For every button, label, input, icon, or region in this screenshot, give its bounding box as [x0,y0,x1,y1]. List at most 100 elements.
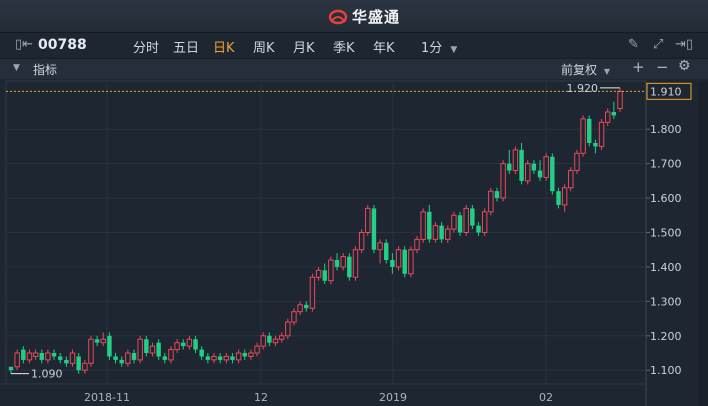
candle [481,208,488,236]
candle [285,318,291,340]
candle-body [125,352,131,364]
candle-body [26,352,33,361]
candle-body [358,232,365,251]
candle-body [211,355,217,361]
gear-icon[interactable]: ⚙ [678,58,691,74]
candle-body [230,356,235,360]
app-logo: 华盛通 [328,6,400,27]
plus-icon[interactable]: + [632,58,645,76]
candle [512,146,519,174]
candle-body [377,242,383,251]
candle-body [223,355,230,361]
candle-body [32,352,39,357]
y-tick-label: 1.700 [650,158,682,171]
candle-body [174,342,180,351]
candle-body [260,335,266,347]
tab-period-quarterly[interactable]: 季K [333,37,355,56]
candle [463,204,469,236]
candle [352,246,359,281]
tab-period-weekly[interactable]: 周K [253,37,275,56]
x-tick-label: 02 [539,391,553,404]
candle [408,246,414,278]
indicator-label[interactable]: 指标 [33,61,57,78]
candle [358,229,365,254]
x-tick-label: 2018-11 [84,391,130,404]
candle-body [347,256,352,278]
candle-body [543,156,549,178]
candle-body [168,349,174,361]
y-tick-label: 1.500 [650,227,682,240]
candle-body [556,191,561,205]
exit-icon[interactable]: ⇥▯ [675,37,693,52]
candle-body [235,352,242,361]
y-tick-label: 1.200 [650,330,682,343]
candle-body [248,352,254,357]
candle [384,239,389,264]
candle [432,222,439,243]
adjust-chevron-down-icon: ▼ [603,67,610,76]
candle-body [617,90,623,110]
title-bar: 华盛通 [0,0,708,33]
candle [587,115,592,147]
tab-period-monthly[interactable]: 月K [293,37,315,56]
candle-body [39,353,44,360]
candle-body [322,270,327,281]
tab-period-5day[interactable]: 五日 [173,37,199,56]
candle-body [107,335,112,357]
collapse-icon[interactable]: ▼ [13,63,20,73]
candle-body [278,335,285,340]
tab-period-yearly[interactable]: 年K [373,37,395,56]
candle-body [334,260,340,267]
candle-body [365,207,371,233]
candle-body [537,170,543,178]
candle-body [580,118,586,154]
minus-icon[interactable]: − [656,58,669,76]
candle-body [186,338,193,347]
candle-body [309,276,316,309]
tab-period-daily[interactable]: 日K [213,37,235,56]
adjust-select[interactable]: 前复权 ▼ [561,61,610,78]
candle-body [76,356,81,371]
candle-body [51,353,57,357]
candle [488,187,494,216]
candle [88,335,94,367]
candle-body [488,190,494,213]
candle-body [315,269,322,278]
minute-select[interactable]: 1分 ▼ [421,37,457,56]
candle-body [568,170,574,189]
candle-body [470,208,475,226]
candle-body [550,156,555,192]
high-marker-label: 1.920 [567,82,599,95]
candle-body [297,304,303,313]
candle-body [113,356,118,360]
candle [580,115,586,157]
candle [457,211,463,236]
candle-body [507,163,512,171]
candle-body [291,311,297,323]
right-panel-strip [698,81,708,406]
candle-body [414,238,420,251]
candlestick-chart[interactable]: 1.100 1.200 1.300 1.400 1.500 1.600 1.700 1.800… [0,79,708,406]
candle [568,167,574,192]
candle-body [137,338,143,361]
candle-body [64,359,69,364]
candle [451,211,457,233]
candle [395,246,402,271]
candle [347,253,352,281]
fullscreen-icon[interactable]: ⤢ [653,37,663,52]
candle [598,118,605,150]
candle-body [371,208,377,250]
candle [107,332,112,360]
candle [525,160,531,185]
tab-period-timeshare[interactable]: 分时 [133,37,159,56]
pencil-icon[interactable]: ✎ [628,37,639,52]
candle-body [457,215,463,233]
candle-body [402,249,407,274]
current-price-label: 1.910 [650,85,682,98]
x-tick-label: 12 [254,391,268,404]
candle-body [531,163,537,171]
chart-toggle-icon[interactable]: ▯⇤ [15,37,33,52]
candle-body [352,249,359,278]
candle-body [574,152,580,172]
candle-body [14,352,20,368]
